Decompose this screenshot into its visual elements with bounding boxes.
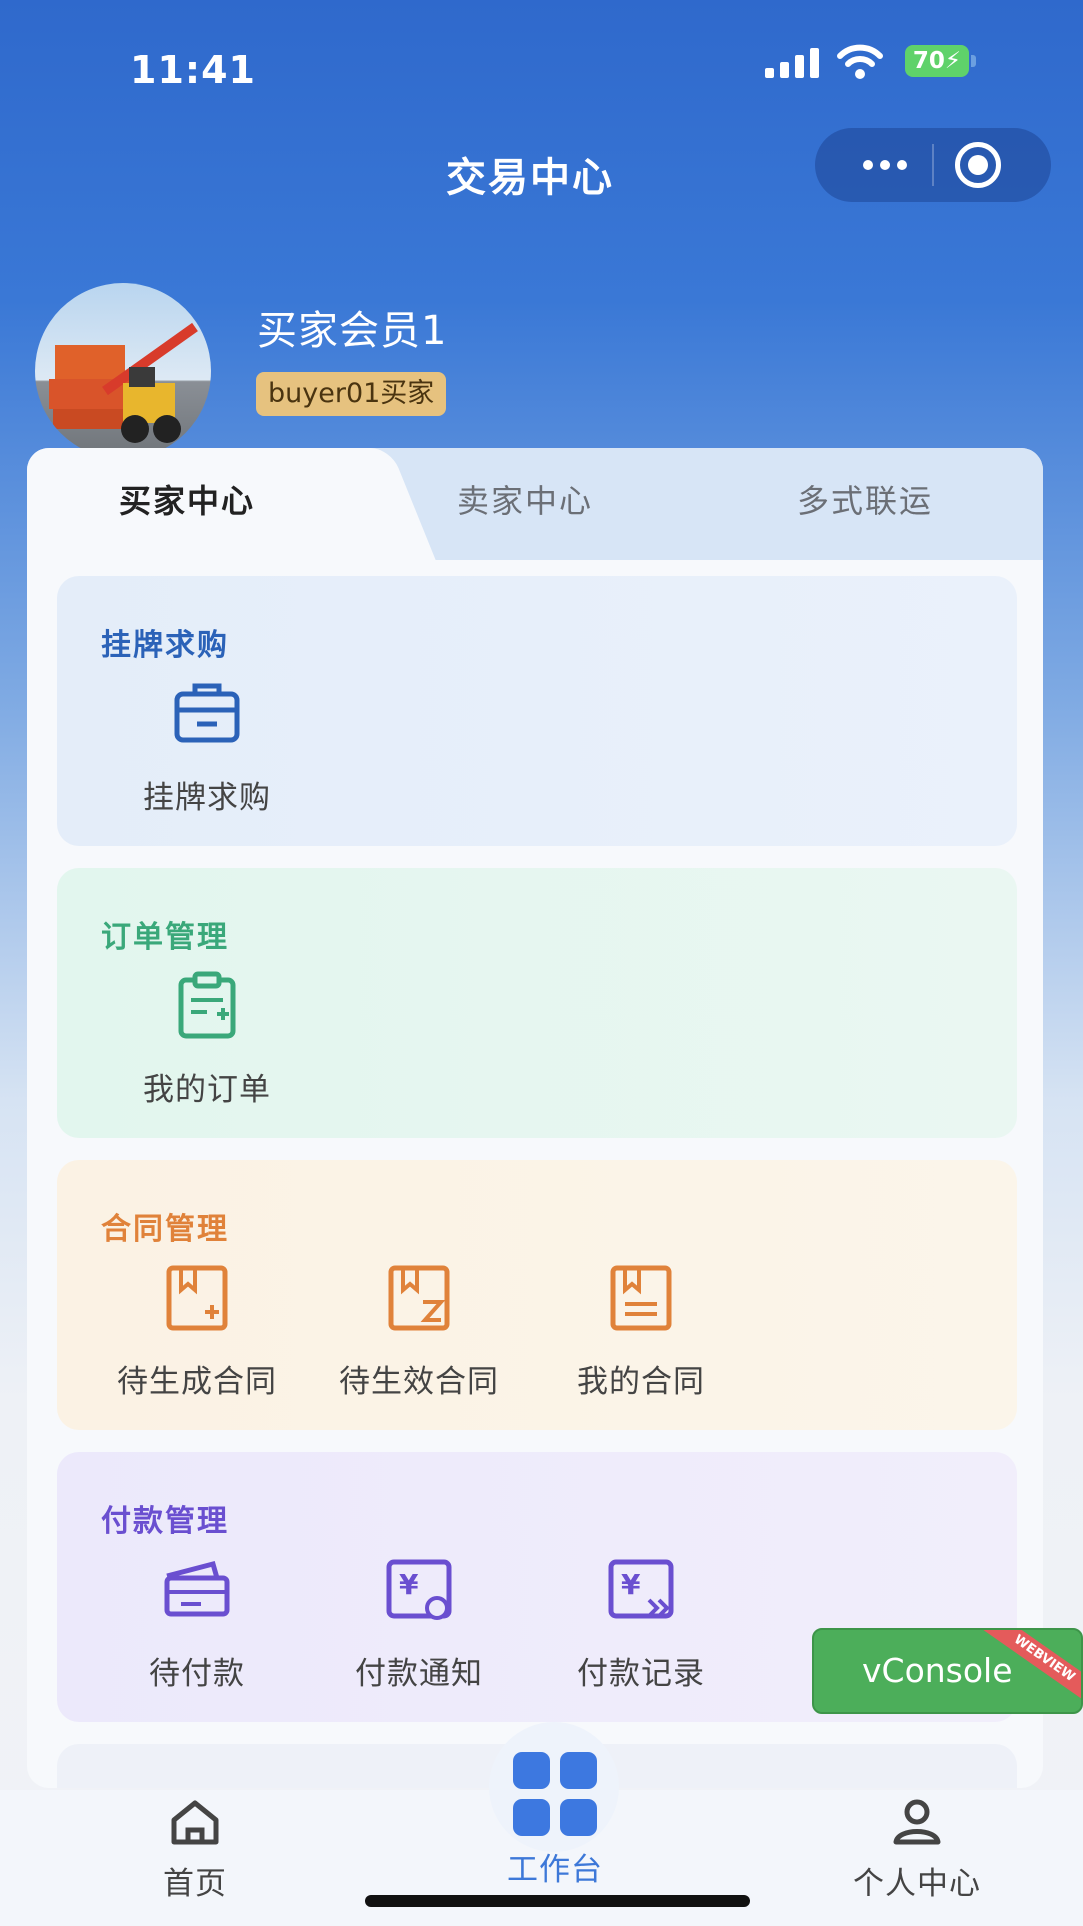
section-contract-management: 合同管理 待生成合同 待生效合同 我的合同: [57, 1160, 1017, 1430]
section-order-management: 订单管理 我的订单: [57, 868, 1017, 1138]
tabbar-profile[interactable]: 个人中心: [842, 1798, 992, 1903]
battery-tip: [971, 55, 976, 67]
item-label: 待生效合同: [339, 1364, 499, 1400]
user-role-badge: buyer01买家: [256, 372, 447, 416]
tabbar-workbench[interactable]: 工作台: [490, 1840, 620, 1889]
item-label: 我的订单: [143, 1072, 271, 1108]
my-orders-item[interactable]: 我的订单: [107, 970, 307, 1109]
tabbar-home[interactable]: 首页: [150, 1798, 240, 1903]
home-icon: [150, 1798, 240, 1854]
section-title: 订单管理: [101, 920, 229, 955]
section-listing-purchase: 挂牌求购 挂牌求购: [57, 576, 1017, 846]
contract-pending-icon: [383, 1262, 455, 1334]
more-options-button[interactable]: [840, 128, 930, 202]
section-title: 付款管理: [101, 1504, 229, 1539]
tabbar-label: 工作台: [507, 1852, 603, 1888]
user-name: 买家会员1: [257, 308, 448, 354]
capsule-divider: [932, 144, 934, 186]
svg-text:¥: ¥: [621, 1568, 641, 1601]
contract-icon: [605, 1262, 677, 1334]
payment-record-icon: ¥: [605, 1554, 677, 1626]
section-title: 合同管理: [101, 1212, 229, 1247]
item-label: 我的合同: [577, 1364, 705, 1400]
pending-effective-contract-item[interactable]: 待生效合同: [319, 1262, 519, 1401]
pending-payment-item[interactable]: 待付款: [97, 1554, 297, 1693]
main-panel: 买家中心 卖家中心 多式联运 挂牌求购 挂牌求购 订单管理 我的订单 合同管理 …: [27, 448, 1043, 1788]
close-mini-program-button[interactable]: [955, 142, 1001, 188]
battery-icon: 70⚡: [905, 45, 969, 77]
my-contracts-item[interactable]: 我的合同: [541, 1262, 741, 1401]
section-title: 挂牌求购: [101, 628, 229, 663]
item-label: 挂牌求购: [143, 780, 271, 816]
clipboard-add-icon: [171, 970, 243, 1042]
tabbar-label: 首页: [163, 1866, 227, 1902]
vconsole-button[interactable]: vConsole WEBVIEW: [812, 1628, 1083, 1714]
item-label: 付款记录: [577, 1656, 705, 1692]
listing-purchase-item[interactable]: 挂牌求购: [107, 678, 307, 817]
grid-icon[interactable]: [513, 1752, 597, 1836]
wallet-icon: [161, 1554, 233, 1626]
item-label: 付款通知: [355, 1656, 483, 1692]
cellular-signal-icon: [765, 48, 819, 78]
status-time: 11:41: [130, 48, 256, 92]
wifi-icon: [836, 44, 884, 80]
vconsole-label: vConsole: [862, 1651, 1013, 1690]
tabbar-label: 个人中心: [853, 1866, 981, 1902]
tab-buyer-center[interactable]: 买家中心: [119, 476, 255, 522]
user-icon: [842, 1798, 992, 1854]
tab-multimodal-transport[interactable]: 多式联运: [797, 476, 933, 522]
payment-notice-item[interactable]: ¥ 付款通知: [319, 1554, 519, 1693]
home-indicator: [365, 1895, 750, 1907]
tab-seller-center[interactable]: 卖家中心: [457, 476, 593, 522]
avatar[interactable]: [35, 283, 211, 459]
payment-record-item[interactable]: ¥ 付款记录: [541, 1554, 741, 1693]
pending-generate-contract-item[interactable]: 待生成合同: [97, 1262, 297, 1401]
payment-notice-icon: ¥: [383, 1554, 455, 1626]
briefcase-icon: [171, 678, 243, 750]
svg-text:¥: ¥: [399, 1568, 419, 1601]
item-label: 待生成合同: [117, 1364, 277, 1400]
contract-add-icon: [161, 1262, 233, 1334]
item-label: 待付款: [149, 1656, 245, 1692]
